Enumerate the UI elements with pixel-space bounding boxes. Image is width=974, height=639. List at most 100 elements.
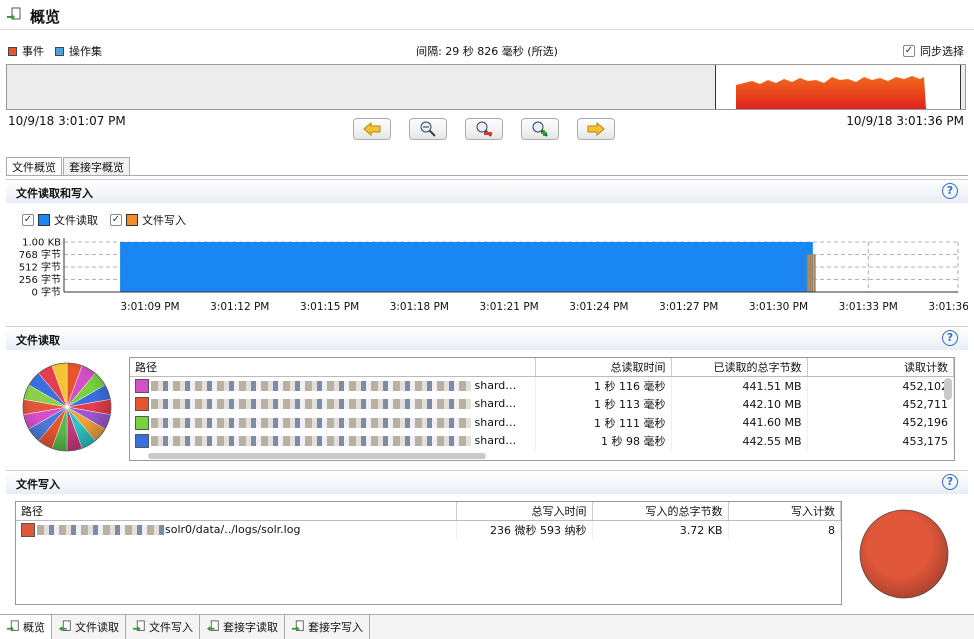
- y-tick-label: 512 字节: [19, 261, 61, 274]
- io-chart: 1.00 KB768 字节512 字节256 字节0 字节 3:01:09 PM 3…: [19, 238, 968, 314]
- redacted-path: [151, 436, 471, 447]
- path-cell: shard…: [474, 397, 517, 411]
- bytes-cell: 3.72 KB: [592, 520, 729, 539]
- col-total-bytes-read[interactable]: 已读取的总字节数: [671, 358, 808, 377]
- y-tick-label: 256 字节: [19, 273, 61, 286]
- tab-file-write[interactable]: 文件写入: [126, 615, 200, 639]
- zoom-in-button[interactable]: [521, 118, 559, 140]
- x-tick-label: 3:01:21 PM: [480, 301, 539, 313]
- write-section-title: 文件写入: [16, 478, 60, 491]
- time-cell: 1 秒 113 毫秒: [535, 395, 672, 414]
- tab-file-read[interactable]: 文件读取: [52, 615, 126, 639]
- tab-file-overview[interactable]: 文件概览: [6, 157, 62, 175]
- vertical-scrollbar[interactable]: [944, 378, 952, 400]
- y-tick-label: 0 字节: [31, 286, 61, 299]
- sync-select-label: 同步选择: [920, 45, 964, 58]
- col-path[interactable]: 路径: [130, 358, 536, 377]
- x-tick-label: 3:01:18 PM: [390, 301, 449, 313]
- write-checkbox[interactable]: ✓: [110, 214, 122, 226]
- socket-read-icon: [206, 620, 219, 632]
- col-read-count[interactable]: 读取计数: [807, 358, 954, 377]
- read-section-header: 文件读取 ?: [6, 326, 968, 350]
- x-tick-label: 3:01:15 PM: [300, 301, 359, 313]
- time-cell: 236 微秒 593 纳秒: [456, 520, 593, 539]
- timeline-selection[interactable]: [715, 65, 961, 109]
- zoom-out-button[interactable]: [409, 118, 447, 140]
- path-cell: shard…: [474, 379, 517, 392]
- count-cell: 452,196: [807, 413, 954, 432]
- bytes-cell: 441.51 MB: [671, 376, 808, 395]
- read-section-title: 文件读取: [16, 334, 60, 347]
- help-icon[interactable]: ?: [942, 474, 958, 490]
- io-legend: ✓ 文件读取 ✓ 文件写入: [22, 212, 186, 228]
- time-cell: 1 秒 116 毫秒: [535, 376, 672, 395]
- col-path[interactable]: 路径: [16, 502, 457, 521]
- count-cell: 452,102: [807, 376, 954, 395]
- read-area: [120, 242, 813, 292]
- tabs-divider: [6, 175, 968, 176]
- zoom-reset-button[interactable]: [465, 118, 503, 140]
- zoom-out-icon: [420, 121, 436, 137]
- read-table[interactable]: 路径 总读取时间 已读取的总字节数 读取计数 shard… 1 秒 116 毫秒…: [129, 357, 955, 461]
- table-row[interactable]: shard… 1 秒 113 毫秒 442.10 MB 452,711: [130, 395, 954, 414]
- overview-icon: [6, 620, 19, 632]
- write-legend-label: 文件写入: [142, 214, 186, 227]
- col-total-read-time[interactable]: 总读取时间: [535, 358, 672, 377]
- horizontal-scrollbar[interactable]: [148, 453, 486, 459]
- x-tick-label: 3:01:24 PM: [569, 301, 628, 313]
- tab-label: 文件读取: [75, 621, 119, 634]
- table-row[interactable]: solr0/data/../logs/solr.log 236 微秒 593 纳…: [16, 520, 841, 539]
- help-icon[interactable]: ?: [942, 183, 958, 199]
- write-table[interactable]: 路径 总写入时间 写入的总字节数 写入计数 solr0/data/../logs…: [15, 501, 842, 605]
- read-checkbox[interactable]: ✓: [22, 214, 34, 226]
- help-icon[interactable]: ?: [942, 330, 958, 346]
- table-row[interactable]: shard… 1 秒 111 毫秒 441.60 MB 452,196: [130, 413, 954, 432]
- col-total-bytes-written[interactable]: 写入的总字节数: [592, 502, 729, 521]
- write-swatch: [126, 214, 138, 226]
- table-row[interactable]: shard… 1 秒 116 毫秒 441.51 MB 452,102: [130, 376, 954, 395]
- bottom-tab-bar: 概览 文件读取 文件写入 套接字读取 套接字写入: [0, 614, 974, 639]
- x-tick-label: 3:01:33 PM: [839, 301, 898, 313]
- count-cell: 8: [728, 520, 841, 539]
- nav-back-button[interactable]: [353, 118, 391, 140]
- interval-label: 间隔: 29 秒 826 毫秒 (所选): [416, 45, 558, 58]
- write-pie-chart: [859, 509, 949, 599]
- tab-socket-overview[interactable]: 套接字概览: [63, 157, 130, 175]
- redacted-path: [37, 525, 165, 535]
- timeline-end: 10/9/18 3:01:36 PM: [846, 114, 964, 128]
- row-color-swatch: [135, 397, 149, 412]
- table-row[interactable]: shard… 1 秒 98 毫秒 442.55 MB 453,175: [130, 432, 954, 451]
- path-cell: shard…: [474, 415, 517, 429]
- read-pie-chart: [22, 362, 112, 452]
- tab-socket-read[interactable]: 套接字读取: [200, 615, 285, 639]
- x-tick-label: 3:01:30 PM: [749, 301, 808, 313]
- redacted-path: [151, 381, 471, 391]
- y-tick-label: 768 字节: [19, 248, 61, 261]
- read-legend-label: 文件读取: [54, 214, 98, 227]
- arrow-right-icon: [587, 122, 605, 136]
- file-write-icon: [132, 620, 145, 632]
- path-cell: shard…: [474, 434, 517, 448]
- tab-label: 文件写入: [149, 621, 193, 634]
- redacted-path: [151, 417, 471, 428]
- bytes-cell: 442.10 MB: [671, 395, 808, 414]
- count-cell: 453,175: [807, 432, 954, 451]
- sync-select-checkbox[interactable]: ✓ 同步选择: [903, 43, 964, 59]
- col-total-write-time[interactable]: 总写入时间: [456, 502, 593, 521]
- overview-icon: [7, 7, 21, 20]
- time-cell: 1 秒 111 毫秒: [535, 413, 672, 432]
- zoom-in-icon: [532, 121, 548, 137]
- tab-overview[interactable]: 概览: [0, 615, 52, 639]
- bytes-cell: 441.60 MB: [671, 413, 808, 432]
- checkbox-checked-icon[interactable]: ✓: [903, 45, 915, 57]
- tab-socket-write[interactable]: 套接字写入: [285, 615, 370, 639]
- path-cell: solr0/data/../logs/solr.log: [165, 523, 301, 536]
- tab-label: 套接字写入: [308, 621, 363, 634]
- col-write-count[interactable]: 写入计数: [728, 502, 841, 521]
- x-tick-label: 3:01:36 PM: [928, 301, 968, 313]
- nav-forward-button[interactable]: [577, 118, 615, 140]
- arrow-left-icon: [363, 122, 381, 136]
- timeline-overview[interactable]: [6, 64, 966, 110]
- y-tick-label: 1.00 KB: [22, 238, 61, 249]
- zoom-minus-icon: [476, 121, 492, 137]
